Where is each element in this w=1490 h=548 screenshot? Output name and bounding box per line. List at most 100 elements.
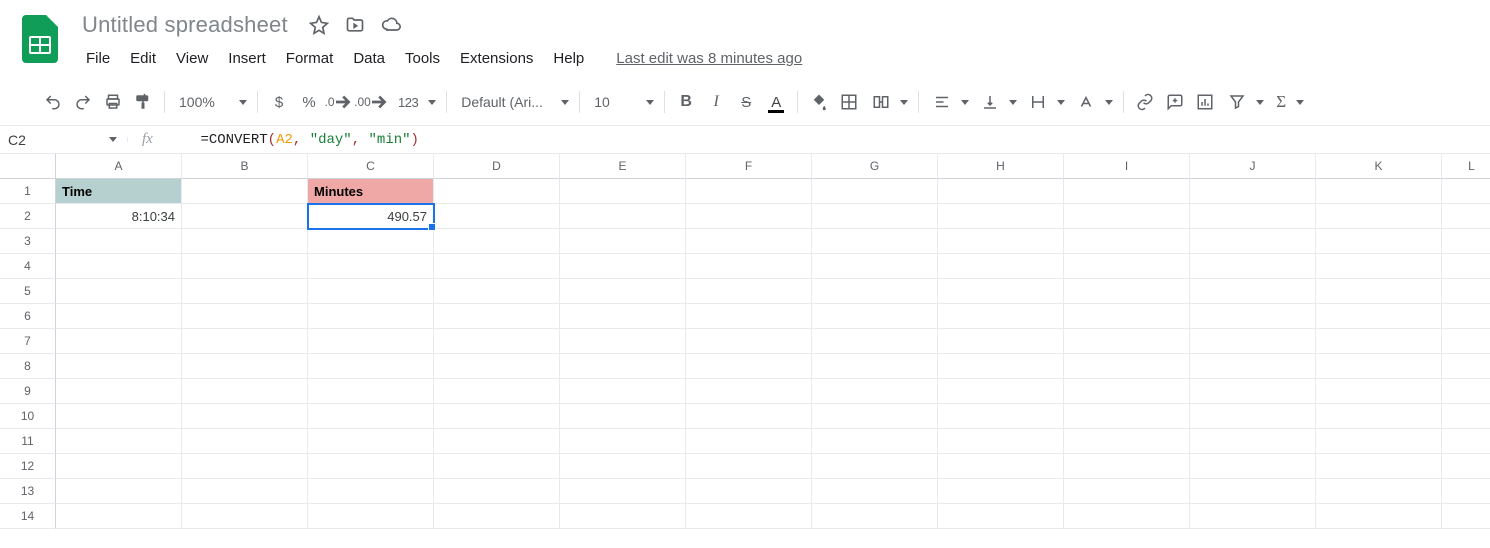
col-header[interactable]: L: [1442, 154, 1490, 179]
star-icon[interactable]: [308, 14, 330, 36]
cell[interactable]: [938, 404, 1064, 429]
cell[interactable]: [1190, 379, 1316, 404]
cell[interactable]: [938, 304, 1064, 329]
last-edit-link[interactable]: Last edit was 8 minutes ago: [616, 50, 802, 67]
cell[interactable]: [1064, 179, 1190, 204]
cell[interactable]: [812, 479, 938, 504]
cell[interactable]: [686, 504, 812, 529]
col-header[interactable]: E: [560, 154, 686, 179]
paint-format-icon[interactable]: [128, 87, 158, 117]
cell[interactable]: [812, 354, 938, 379]
cell[interactable]: [1190, 404, 1316, 429]
cell[interactable]: [812, 279, 938, 304]
cell[interactable]: [1190, 279, 1316, 304]
cell[interactable]: [182, 304, 308, 329]
cell[interactable]: [1316, 504, 1442, 529]
text-wrap-button[interactable]: [1021, 87, 1069, 117]
cell[interactable]: [1442, 404, 1490, 429]
cell[interactable]: [1190, 329, 1316, 354]
cell[interactable]: [308, 304, 434, 329]
row-header[interactable]: 3: [0, 229, 56, 254]
cell[interactable]: [56, 379, 182, 404]
row-header[interactable]: 13: [0, 479, 56, 504]
col-header[interactable]: C: [308, 154, 434, 179]
cell[interactable]: Minutes: [308, 179, 434, 204]
cell[interactable]: [434, 329, 560, 354]
merge-cells-button[interactable]: [864, 87, 912, 117]
cell[interactable]: [686, 454, 812, 479]
cell[interactable]: [1442, 354, 1490, 379]
cell[interactable]: [938, 229, 1064, 254]
sheets-logo[interactable]: [20, 12, 60, 66]
menu-tools[interactable]: Tools: [395, 46, 450, 71]
cell[interactable]: [812, 454, 938, 479]
cell[interactable]: [56, 479, 182, 504]
cell[interactable]: [938, 329, 1064, 354]
row-header[interactable]: 1: [0, 179, 56, 204]
borders-icon[interactable]: [834, 87, 864, 117]
cell[interactable]: [1064, 354, 1190, 379]
cell[interactable]: [308, 479, 434, 504]
cell[interactable]: [434, 354, 560, 379]
cell[interactable]: [560, 254, 686, 279]
format-currency-button[interactable]: $: [264, 87, 294, 117]
cell[interactable]: [1316, 279, 1442, 304]
cell[interactable]: [1316, 429, 1442, 454]
cell[interactable]: [560, 454, 686, 479]
cell[interactable]: [1064, 254, 1190, 279]
cell[interactable]: [1064, 379, 1190, 404]
cell[interactable]: [434, 454, 560, 479]
cell[interactable]: [686, 229, 812, 254]
cell[interactable]: [560, 329, 686, 354]
menu-file[interactable]: File: [76, 46, 120, 71]
cell[interactable]: [1316, 404, 1442, 429]
cell[interactable]: [56, 304, 182, 329]
cell[interactable]: [182, 329, 308, 354]
cell[interactable]: [1064, 204, 1190, 229]
cell[interactable]: [560, 404, 686, 429]
cell[interactable]: [812, 179, 938, 204]
cell[interactable]: [182, 179, 308, 204]
cell[interactable]: [1190, 429, 1316, 454]
cell[interactable]: [560, 229, 686, 254]
cell[interactable]: [1190, 454, 1316, 479]
cell[interactable]: [1064, 454, 1190, 479]
cell[interactable]: [812, 379, 938, 404]
cell[interactable]: [308, 504, 434, 529]
spreadsheet-grid[interactable]: A B C D E F G H I J K L 1 Time Minutes 2…: [0, 154, 1490, 529]
cell[interactable]: [308, 229, 434, 254]
cell[interactable]: [56, 229, 182, 254]
cell[interactable]: [56, 429, 182, 454]
cell[interactable]: [1442, 179, 1490, 204]
cell[interactable]: [560, 279, 686, 304]
cell[interactable]: [1442, 304, 1490, 329]
cell[interactable]: [938, 429, 1064, 454]
filter-button[interactable]: [1220, 87, 1268, 117]
cell[interactable]: [1442, 429, 1490, 454]
row-header[interactable]: 10: [0, 404, 56, 429]
name-box-dropdown[interactable]: [58, 137, 128, 142]
cell[interactable]: [56, 504, 182, 529]
cell[interactable]: [1064, 479, 1190, 504]
cell[interactable]: [938, 354, 1064, 379]
col-header[interactable]: G: [812, 154, 938, 179]
cell[interactable]: [686, 479, 812, 504]
cell[interactable]: [1316, 254, 1442, 279]
cell[interactable]: [1064, 329, 1190, 354]
cell[interactable]: [56, 354, 182, 379]
cell[interactable]: [938, 279, 1064, 304]
cell[interactable]: [1316, 229, 1442, 254]
name-box[interactable]: C2: [0, 132, 58, 148]
cell[interactable]: [182, 379, 308, 404]
row-header[interactable]: 2: [0, 204, 56, 229]
functions-button[interactable]: Σ: [1268, 87, 1308, 117]
cell[interactable]: [434, 429, 560, 454]
cell[interactable]: [938, 479, 1064, 504]
cell[interactable]: [1316, 204, 1442, 229]
cell[interactable]: [686, 179, 812, 204]
row-header[interactable]: 5: [0, 279, 56, 304]
cell[interactable]: [182, 454, 308, 479]
col-header[interactable]: D: [434, 154, 560, 179]
cell[interactable]: [434, 254, 560, 279]
cell[interactable]: [1442, 279, 1490, 304]
